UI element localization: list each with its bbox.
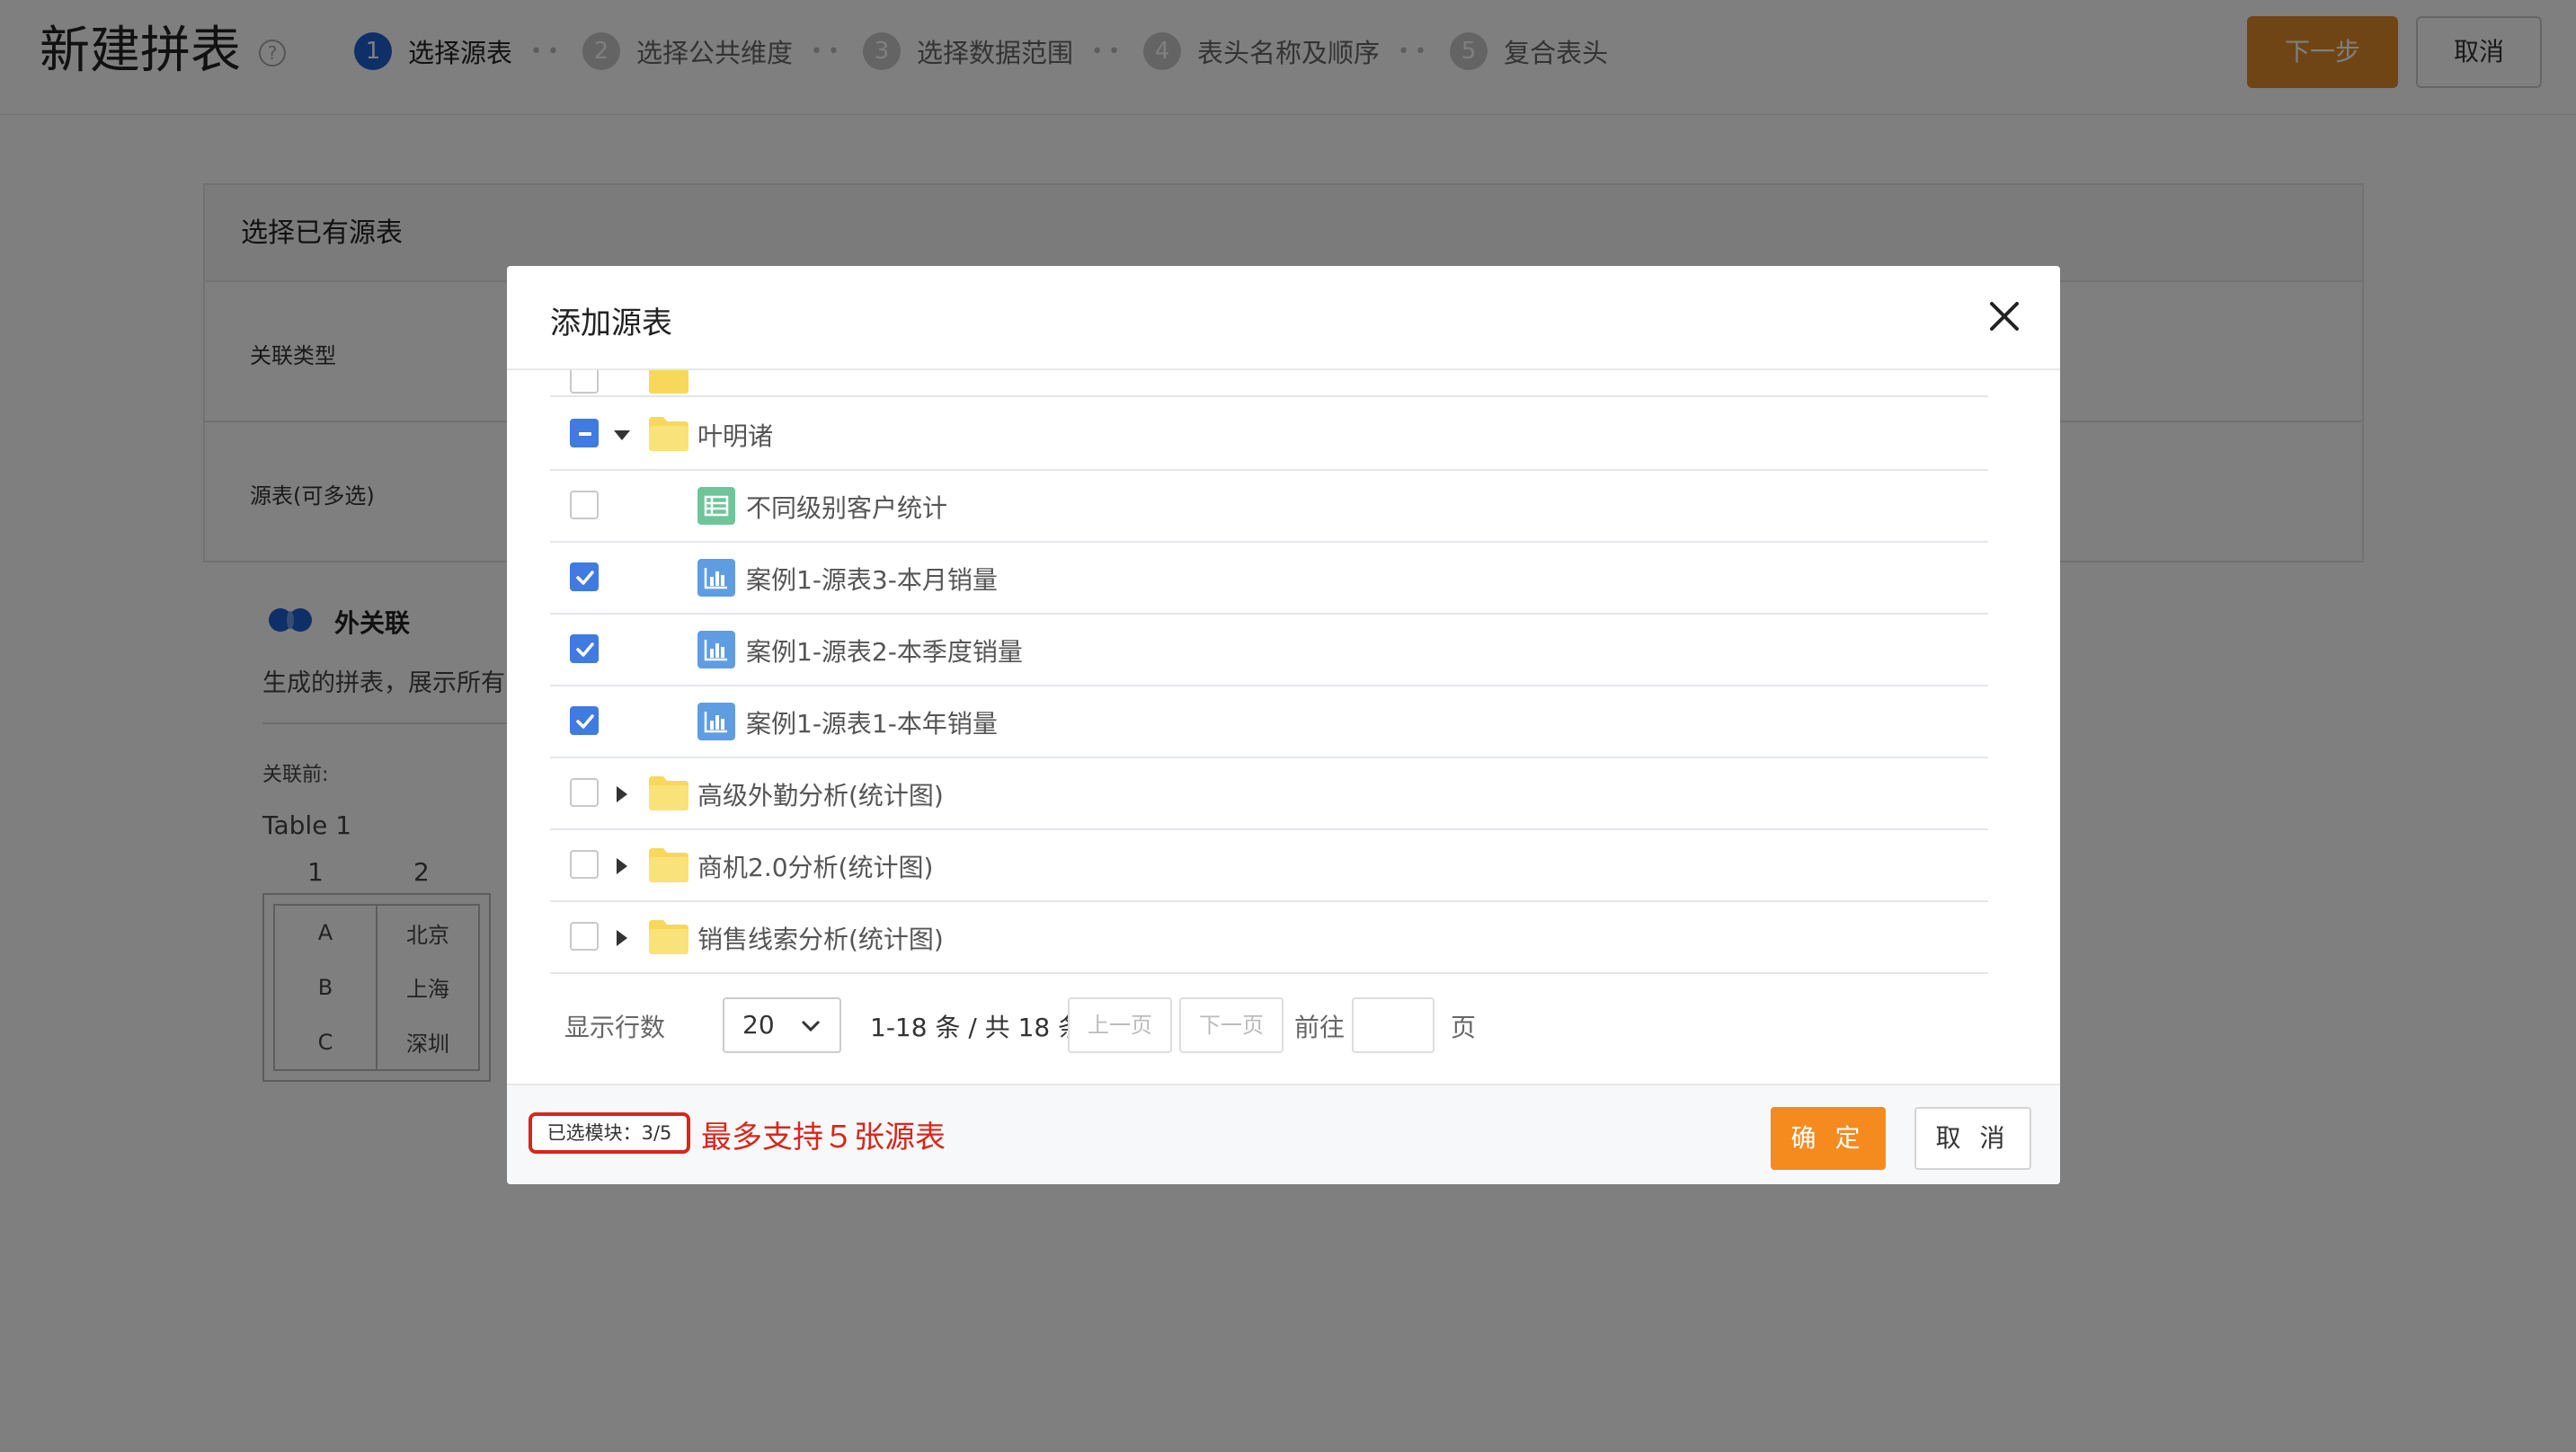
tree-item-row[interactable]: 案例1-源表1-本年销量: [550, 686, 1988, 758]
checkbox-partial[interactable]: [570, 419, 599, 447]
checkbox[interactable]: [570, 922, 599, 951]
tree-item-label: 销售线索分析(统计图): [697, 925, 944, 954]
bar-chart-icon: [697, 703, 735, 740]
checkbox-checked[interactable]: [570, 562, 599, 591]
prev-page-button[interactable]: 上一页: [1068, 997, 1172, 1053]
pagination: 显示行数 20 1-18 条 / 共 18 条 上一页 下一页 前往 页: [550, 997, 1988, 1053]
tree-item-label: 商机2.0分析(统计图): [697, 853, 934, 882]
bar-chart-icon: [697, 631, 735, 668]
cancel-button[interactable]: 取 消: [1914, 1107, 2031, 1170]
confirm-button[interactable]: 确 定: [1771, 1107, 1886, 1170]
folder-icon: [649, 417, 688, 451]
tree-item-label: 案例1-源表2-本季度销量: [746, 637, 1023, 667]
checkbox[interactable]: [570, 850, 599, 879]
tree-item-row[interactable]: 案例1-源表3-本月销量: [550, 543, 1988, 615]
close-icon[interactable]: [1981, 293, 2028, 340]
add-source-table-dialog: 添加源表 叶明诸 不同级别客户统计 案例1-源表3-本月销量 案例1-源表2-本…: [507, 266, 2060, 1184]
caret-right-icon[interactable]: [611, 784, 633, 805]
page-size-value: 20: [742, 1010, 775, 1040]
tree-folder-row[interactable]: 销售线索分析(统计图): [550, 902, 1988, 974]
table-icon: [697, 487, 735, 525]
tree-item-row[interactable]: 案例1-源表2-本季度销量: [550, 615, 1988, 686]
dialog-footer: 已选模块：3/5 最多支持５张源表 确 定 取 消: [507, 1084, 2060, 1184]
source-tree-list[interactable]: 叶明诸 不同级别客户统计 案例1-源表3-本月销量 案例1-源表2-本季度销量 …: [550, 370, 1988, 996]
page-size-select[interactable]: 20: [723, 997, 841, 1053]
selected-count-badge: 已选模块：3/5: [529, 1112, 690, 1154]
tree-item-label: 案例1-源表3-本月销量: [746, 565, 998, 595]
limit-note: 最多支持５张源表: [701, 1120, 946, 1155]
tree-item-label: 不同级别客户统计: [746, 493, 948, 523]
checkbox[interactable]: [570, 370, 599, 394]
folder-icon: [649, 920, 688, 954]
folder-icon: [649, 370, 688, 394]
checkbox[interactable]: [570, 778, 599, 807]
dialog-header: 添加源表: [507, 266, 2060, 370]
tree-folder-row[interactable]: 叶明诸: [550, 399, 1988, 471]
checkbox[interactable]: [570, 491, 599, 519]
next-page-button[interactable]: 下一页: [1179, 997, 1284, 1053]
tree-item-row[interactable]: 不同级别客户统计: [550, 471, 1988, 543]
tree-item-label: 案例1-源表1-本年销量: [746, 709, 998, 739]
list-item: [550, 370, 1988, 397]
dialog-title: 添加源表: [550, 305, 672, 341]
caret-right-icon[interactable]: [611, 855, 633, 877]
caret-down-icon[interactable]: [611, 424, 633, 446]
caret-right-icon[interactable]: [611, 927, 633, 949]
chevron-down-icon: [801, 1020, 821, 1032]
checkbox-checked[interactable]: [570, 706, 599, 735]
folder-icon: [649, 848, 688, 882]
tree-item-label: 高级外勤分析(统计图): [697, 781, 944, 810]
goto-label: 前往: [1294, 1013, 1346, 1042]
goto-page-input[interactable]: [1352, 997, 1435, 1053]
tree-folder-row[interactable]: 商机2.0分析(统计图): [550, 830, 1988, 902]
tree-item-label: 叶明诸: [697, 421, 774, 451]
tree-folder-row[interactable]: 高级外勤分析(统计图): [550, 758, 1988, 830]
page-unit-label: 页: [1451, 1013, 1477, 1042]
rows-per-page-label: 显示行数: [564, 1013, 666, 1042]
page-range-text: 1-18 条 / 共 18 条: [870, 1013, 1084, 1042]
bar-chart-icon: [697, 559, 735, 597]
checkbox-checked[interactable]: [570, 634, 599, 663]
folder-icon: [649, 776, 688, 810]
